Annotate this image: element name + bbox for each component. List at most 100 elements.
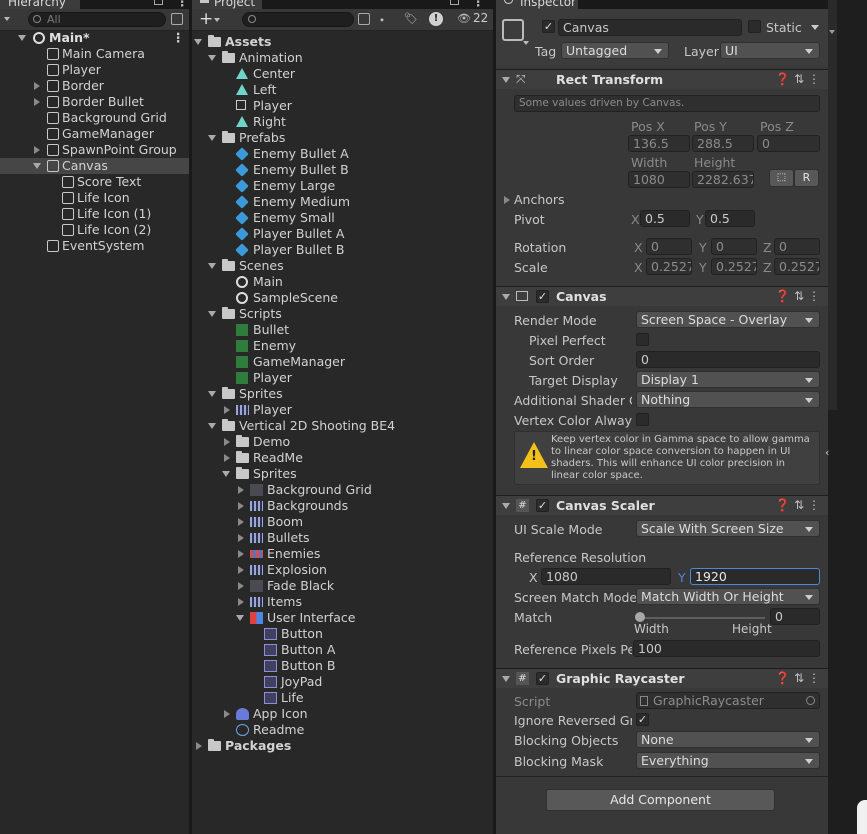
project-item[interactable]: Scenes xyxy=(192,258,493,274)
project-item[interactable]: Vertical 2D Shooting BE4 xyxy=(192,418,493,434)
collapse-panel-arrow[interactable]: ‹ xyxy=(825,446,829,459)
match-slider-thumb[interactable] xyxy=(635,612,645,622)
pivot-y-field[interactable]: 0.5 xyxy=(705,210,755,227)
project-item[interactable]: SampleScene xyxy=(192,290,493,306)
project-item[interactable]: Readme xyxy=(192,722,493,738)
expand-arrow[interactable] xyxy=(238,598,244,606)
hierarchy-item[interactable]: Score Text xyxy=(0,174,189,190)
project-item[interactable]: Center xyxy=(192,66,493,82)
static-dropdown-arrow[interactable] xyxy=(811,25,819,30)
pos-y-field[interactable]: 288.5 xyxy=(692,135,754,152)
project-item[interactable]: Animation xyxy=(192,50,493,66)
raw-edit-button[interactable]: R xyxy=(794,169,819,187)
project-item[interactable]: Boom xyxy=(192,514,493,530)
scale-y-field[interactable]: 0.2527 xyxy=(711,258,757,275)
project-item[interactable]: JoyPad xyxy=(192,674,493,690)
hierarchy-item[interactable]: Main Camera xyxy=(0,46,189,62)
vertex-color-checkbox[interactable] xyxy=(636,413,649,426)
project-item[interactable]: Player xyxy=(192,402,493,418)
expand-arrow[interactable] xyxy=(238,550,244,558)
project-item[interactable]: GameManager xyxy=(192,354,493,370)
pos-x-field[interactable]: 136.5 xyxy=(628,135,690,152)
add-component-button[interactable]: Add Component xyxy=(546,789,775,811)
layer-dropdown[interactable]: UI xyxy=(720,42,820,59)
hierarchy-item[interactable]: Player xyxy=(0,62,189,78)
tag-dropdown[interactable]: Untagged xyxy=(561,42,669,59)
object-picker-icon[interactable] xyxy=(806,696,815,705)
rot-y-field[interactable]: 0 xyxy=(711,238,757,255)
ref-x-field[interactable]: 1080 xyxy=(541,568,671,585)
static-checkbox[interactable] xyxy=(748,20,761,33)
match-value-field[interactable]: 0 xyxy=(770,608,820,625)
component-header-icons[interactable]: ❓ ⇅ ⋮ xyxy=(775,496,820,515)
hidden-packages-icon[interactable]: 👁 xyxy=(457,12,471,25)
expand-arrow[interactable] xyxy=(224,438,230,446)
script-object-field[interactable]: GraphicRaycaster xyxy=(636,692,820,709)
hierarchy-item[interactable]: Border xyxy=(0,78,189,94)
project-item[interactable]: User Interface xyxy=(192,610,493,626)
sort-order-field[interactable]: 0 xyxy=(636,351,820,368)
rot-z-field[interactable]: 0 xyxy=(774,238,820,255)
expand-arrow[interactable] xyxy=(208,135,216,141)
expand-arrow[interactable] xyxy=(194,39,202,45)
scale-z-field[interactable]: 0.2527 xyxy=(774,258,820,275)
expand-arrow[interactable] xyxy=(208,263,216,269)
expand-arrow[interactable] xyxy=(34,146,40,154)
expand-arrow[interactable] xyxy=(33,163,41,169)
project-item[interactable]: Player Bullet B xyxy=(192,242,493,258)
hierarchy-item[interactable]: GameManager xyxy=(0,126,189,142)
object-name-field[interactable]: Canvas xyxy=(558,19,742,36)
match-slider-track[interactable] xyxy=(639,617,765,619)
pivot-x-field[interactable]: 0.5 xyxy=(640,210,690,227)
hierarchy-item[interactable]: Border Bullet xyxy=(0,94,189,110)
project-item[interactable]: Life xyxy=(192,690,493,706)
collapse-arrow[interactable] xyxy=(502,77,510,83)
scrollbar[interactable] xyxy=(828,0,837,410)
project-item[interactable]: Backgrounds xyxy=(192,498,493,514)
expand-arrow[interactable] xyxy=(224,406,230,414)
project-item[interactable]: Bullet xyxy=(192,322,493,338)
component-header-icons[interactable]: ❓ ⇅ ⋮ xyxy=(775,70,820,89)
scene-kebab-icon[interactable]: ⋮ xyxy=(172,30,185,46)
shader-channels-dropdown[interactable]: Nothing xyxy=(636,391,820,408)
scaler-enabled-checkbox[interactable]: ✓ xyxy=(536,499,549,512)
hierarchy-search-input[interactable]: All xyxy=(28,12,166,27)
hierarchy-item[interactable]: Life Icon xyxy=(0,190,189,206)
label-tag-icon[interactable]: 🏷 xyxy=(404,12,418,25)
warning-toggle-icon[interactable]: ! xyxy=(429,12,443,26)
project-kebab-icon[interactable]: ⋮ xyxy=(472,0,485,9)
raycaster-enabled-checkbox[interactable]: ✓ xyxy=(536,672,549,685)
expand-arrow[interactable] xyxy=(238,582,244,590)
expand-arrow[interactable] xyxy=(224,710,230,718)
project-item[interactable]: Button A xyxy=(192,642,493,658)
project-item[interactable]: Player xyxy=(192,98,493,114)
active-checkbox[interactable]: ✓ xyxy=(542,20,555,33)
ignore-reversed-checkbox[interactable]: ✓ xyxy=(636,713,649,726)
hierarchy-kebab-icon[interactable]: ⋮ xyxy=(176,0,189,9)
project-item[interactable]: Main xyxy=(192,274,493,290)
project-item[interactable]: Packages xyxy=(192,738,493,754)
screen-match-mode-dropdown[interactable]: Match Width Or Height xyxy=(636,588,820,605)
hierarchy-item[interactable]: Life Icon (2) xyxy=(0,222,189,238)
filter-by-type-icon[interactable]: ⬩ xyxy=(380,13,384,27)
expand-arrow[interactable] xyxy=(236,615,244,621)
blueprint-mode-button[interactable]: ⬚ xyxy=(769,169,794,187)
project-item[interactable]: Enemy Medium xyxy=(192,194,493,210)
hierarchy-item[interactable]: Canvas xyxy=(0,158,189,174)
anchors-label[interactable]: Anchors xyxy=(514,192,565,207)
project-item[interactable]: Sprites xyxy=(192,386,493,402)
project-item[interactable]: App Icon xyxy=(192,706,493,722)
expand-arrow[interactable] xyxy=(208,391,216,397)
height-field[interactable]: 2282.637 xyxy=(692,171,754,188)
rect-transform-header[interactable]: ⤧ Rect Transform ❓ ⇅ ⋮ xyxy=(496,69,828,89)
component-header-icons[interactable]: ❓ ⇅ ⋮ xyxy=(775,287,820,306)
project-item[interactable]: ReadMe xyxy=(192,450,493,466)
project-item[interactable]: Bullets xyxy=(192,530,493,546)
create-plus-icon[interactable]: + xyxy=(199,9,213,29)
project-item[interactable]: Background Grid xyxy=(192,482,493,498)
project-item[interactable]: Right xyxy=(192,114,493,130)
project-item[interactable]: Enemy Bullet B xyxy=(192,162,493,178)
component-header-icons[interactable]: ❓ ⇅ ⋮ xyxy=(775,669,820,688)
hierarchy-item[interactable]: EventSystem xyxy=(0,238,189,254)
project-item[interactable]: Demo xyxy=(192,434,493,450)
